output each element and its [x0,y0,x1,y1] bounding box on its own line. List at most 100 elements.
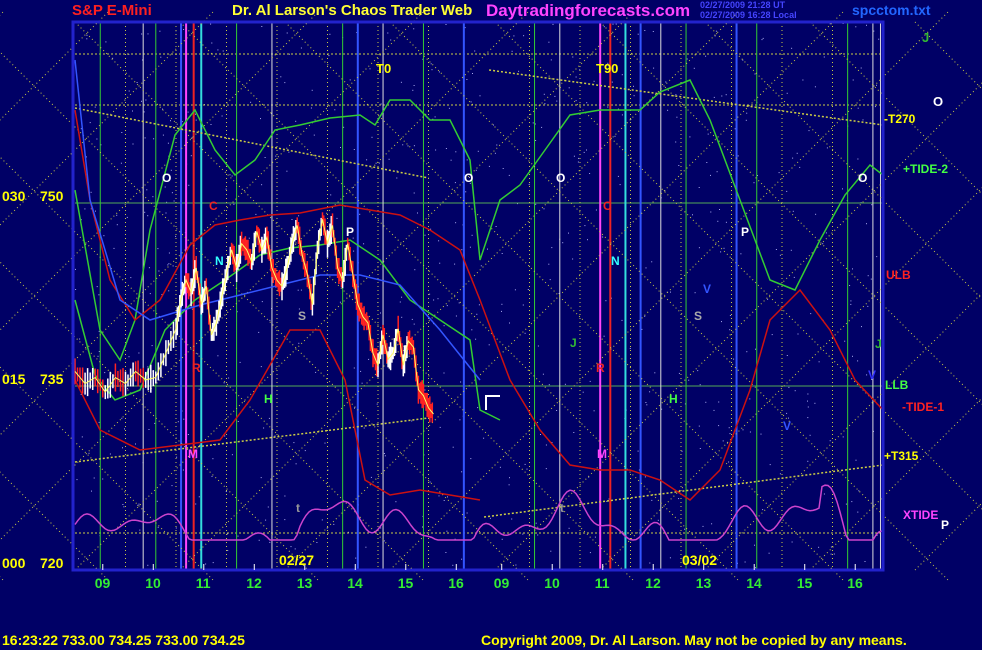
star [649,562,651,564]
star [229,174,231,176]
star [654,372,656,374]
star [755,348,756,350]
label-xtide: XTIDE [903,508,939,522]
star [360,370,362,372]
star [535,522,537,524]
star [633,95,635,97]
star [371,136,373,138]
star [343,126,345,128]
data-file-name: spcctom.txt [852,2,931,18]
star [471,329,473,331]
star [740,253,742,255]
star [128,356,130,358]
star [156,500,158,502]
star [762,37,764,39]
star [98,351,100,352]
label-ulb: ULB [886,268,911,282]
star [128,90,130,92]
star [93,477,95,479]
star [871,204,873,206]
star [435,149,437,151]
star [715,30,717,32]
star [825,232,827,234]
star [164,186,166,188]
star [298,342,300,344]
star [239,361,241,363]
star [298,215,300,217]
star [830,546,832,548]
star [353,367,355,369]
star [329,33,331,35]
star [413,85,415,86]
star [261,301,263,303]
star [400,81,402,83]
star [829,440,831,442]
star [413,192,415,194]
planet-marker: H [669,392,678,406]
label-o: O [933,94,944,109]
x-tick-label: 10 [145,575,161,591]
star [122,504,124,505]
star [542,373,544,375]
star [515,564,517,566]
star [328,55,330,57]
x-tick-label: 13 [696,575,712,591]
star [602,236,604,238]
star [445,24,447,25]
star [501,253,503,254]
star [104,372,106,374]
star [217,49,219,51]
star [475,169,477,171]
star [717,220,719,222]
timestamp-local: 02/27/2009 16:28 Local [700,10,797,20]
star [167,264,169,266]
x-tick-label: 14 [347,575,363,591]
star [355,557,357,559]
star [183,418,185,420]
star [424,389,426,391]
star [222,50,224,52]
star [168,252,170,254]
star [413,145,415,147]
star [291,219,293,220]
star [96,138,98,140]
star [864,561,866,562]
star [284,82,286,84]
star [788,386,790,388]
star [284,495,286,497]
star [113,247,115,249]
star [210,124,212,125]
star [261,184,263,186]
label-t315: +T315 [884,449,919,463]
star [98,294,100,296]
star [225,491,227,492]
x-tick-label: 16 [847,575,863,591]
star [645,267,647,269]
star [465,191,467,193]
star [527,289,529,290]
star [198,496,200,498]
star [349,79,351,81]
star [501,303,503,305]
star [448,107,450,109]
star [430,63,432,65]
star [698,425,700,427]
star [540,434,541,435]
star [141,33,143,35]
star [508,484,510,486]
star [771,334,773,336]
star [321,519,323,521]
label-p: P [941,518,950,532]
star [76,479,78,481]
star [678,498,680,500]
star [304,450,306,452]
star [472,73,473,74]
planet-marker: M [188,447,198,461]
star [89,122,91,124]
star [138,503,140,505]
star [501,538,503,540]
star [786,355,788,356]
star [605,300,607,302]
star [792,157,794,159]
star [729,315,731,316]
